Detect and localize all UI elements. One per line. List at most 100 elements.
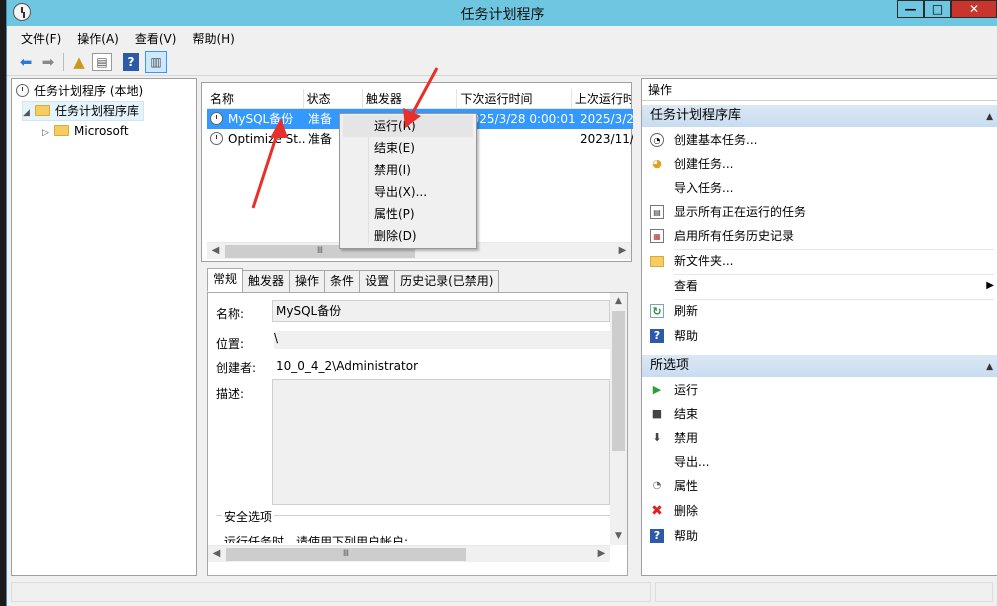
create-basic-task-icon: ◔ [650, 133, 664, 147]
task-next-run [461, 129, 577, 149]
action-label: 创建基本任务... [674, 133, 758, 147]
action-run[interactable]: ▶ 运行 [642, 378, 997, 402]
show-hide-console-tree-icon[interactable]: ▤ [92, 53, 112, 71]
name-field[interactable]: MySQL备份 [272, 300, 610, 322]
toolbar-separator [63, 53, 64, 71]
context-run[interactable]: 运行(R) [343, 115, 473, 137]
action-help[interactable]: ? 帮助 [642, 324, 997, 348]
action-label: 新文件夹... [674, 254, 734, 268]
tree-item-library[interactable]: ◢ 任务计划程序库 [22, 101, 144, 121]
menu-file[interactable]: 文件(F) [7, 26, 69, 48]
show-hide-action-pane-icon[interactable]: ▥ [145, 51, 167, 73]
section-selected-item[interactable]: 所选项 ▲ [642, 355, 997, 377]
close-button[interactable]: ✕ [951, 0, 997, 18]
action-delete[interactable]: ✖ 删除 [642, 499, 997, 523]
action-import-task[interactable]: 导入任务... [642, 176, 997, 200]
detail-vscrollbar[interactable]: ▲ ▼ [610, 293, 627, 545]
location-label: 位置: [216, 337, 245, 351]
action-create-basic-task[interactable]: ◔ 创建基本任务... [642, 128, 997, 152]
security-options-title: 安全选项 [222, 508, 275, 525]
delete-icon: ✖ [651, 503, 663, 519]
context-delete[interactable]: 删除(D) [343, 225, 473, 247]
action-view[interactable]: 查看 ▶ [642, 274, 997, 298]
column-trigger[interactable]: 触发器 [363, 89, 458, 109]
description-field[interactable] [272, 379, 610, 505]
action-create-task[interactable]: ◕ 创建任务... [642, 152, 997, 176]
scroll-left-icon[interactable]: ◀ [208, 546, 225, 563]
action-export[interactable]: 导出... [642, 450, 997, 474]
action-help-selected[interactable]: ? 帮助 [642, 524, 997, 548]
tree-library-label: 任务计划程序库 [55, 104, 140, 118]
collapsed-icon[interactable]: ▷ [42, 123, 54, 143]
forward-arrow-icon[interactable]: ➡ [37, 51, 59, 73]
console-tree: 任务计划程序 (本地) ◢ 任务计划程序库 ▷ Microsoft [11, 78, 197, 576]
expanded-icon[interactable]: ◢ [23, 104, 35, 122]
tab-history[interactable]: 历史记录(已禁用) [394, 270, 500, 292]
action-label: 运行 [674, 383, 699, 397]
action-end[interactable]: ■ 结束 [642, 402, 997, 426]
column-last-run[interactable]: 上次运行时 [572, 89, 631, 109]
author-value: 10_0_4_2\Administrator [276, 359, 419, 373]
task-next-run: 2025/3/28 0:00:01 [464, 112, 576, 126]
title-bar[interactable]: 任务计划程序 — □ ✕ [7, 0, 997, 26]
action-label: 显示所有正在运行的任务 [674, 205, 807, 219]
context-menu: 运行(R) 结束(E) 禁用(I) 导出(X)... 属性(P) 删除(D) [339, 113, 477, 249]
action-enable-history[interactable]: ▦ 启用所有任务历史记录 [642, 224, 997, 248]
status-bar [7, 578, 997, 606]
scroll-right-icon[interactable]: ▶ [593, 546, 610, 563]
clock-icon [16, 84, 29, 97]
author-label: 创建者: [216, 361, 257, 375]
menu-help[interactable]: 帮助(H) [184, 26, 242, 48]
tab-conditions[interactable]: 条件 [324, 270, 361, 292]
scroll-up-icon[interactable]: ▲ [610, 293, 627, 310]
menu-view[interactable]: 查看(V) [127, 26, 185, 48]
context-end[interactable]: 结束(E) [343, 137, 473, 159]
minimize-button[interactable]: — [897, 0, 924, 18]
context-export[interactable]: 导出(X)... [343, 181, 473, 203]
section-task-library[interactable]: 任务计划程序库 ▲ [642, 105, 997, 127]
action-label: 创建任务... [674, 157, 734, 171]
task-name: MySQL备份 [228, 112, 294, 126]
collapse-caret-icon[interactable]: ▲ [986, 356, 993, 378]
scroll-left-icon[interactable]: ◀ [207, 243, 224, 260]
window-title: 任务计划程序 [460, 7, 545, 23]
context-properties[interactable]: 属性(P) [343, 203, 473, 225]
tree-item-microsoft[interactable]: ▷ Microsoft [42, 121, 129, 141]
help-icon[interactable]: ? [123, 53, 139, 71]
collapse-caret-icon[interactable]: ▲ [986, 106, 993, 128]
action-show-running[interactable]: ▤ 显示所有正在运行的任务 [642, 200, 997, 224]
column-status[interactable]: 状态 [304, 89, 363, 109]
up-folder-icon[interactable]: ▲ [68, 51, 90, 73]
action-label: 导入任务... [674, 181, 734, 195]
tree-root-label: 任务计划程序 (本地) [34, 84, 144, 98]
action-refresh[interactable]: ↻ 刷新 [642, 299, 997, 323]
action-label: 删除 [674, 504, 699, 518]
tab-settings[interactable]: 设置 [359, 270, 396, 292]
tab-general[interactable]: 常规 [207, 268, 244, 292]
action-new-folder[interactable]: 新文件夹... [642, 249, 997, 273]
column-next-run[interactable]: 下次运行时间 [457, 89, 572, 109]
action-properties[interactable]: ◔ 属性 [642, 474, 997, 498]
tree-root-scheduler[interactable]: 任务计划程序 (本地) [16, 81, 143, 101]
help-icon: ? [650, 329, 664, 343]
tab-actions[interactable]: 操作 [289, 270, 326, 292]
action-label: 帮助 [674, 529, 699, 543]
back-arrow-icon[interactable]: ⬅ [15, 51, 37, 73]
running-tasks-icon: ▤ [650, 205, 664, 219]
tree-microsoft-label: Microsoft [74, 124, 129, 138]
scroll-thumb[interactable] [612, 311, 625, 451]
scroll-down-icon[interactable]: ▼ [610, 528, 627, 545]
task-last-run: 2023/11/ [580, 132, 633, 146]
scroll-thumb[interactable]: Ⅲ [226, 548, 466, 561]
tab-triggers[interactable]: 触发器 [242, 270, 291, 292]
action-label: 导出... [674, 455, 710, 469]
action-label: 帮助 [674, 329, 699, 343]
context-disable[interactable]: 禁用(I) [343, 159, 473, 181]
detail-hscrollbar[interactable]: ◀ Ⅲ ▶ [208, 545, 610, 562]
menu-action[interactable]: 操作(A) [69, 26, 127, 48]
maximize-button[interactable]: □ [924, 0, 951, 18]
column-name[interactable]: 名称 [207, 89, 304, 109]
action-label: 刷新 [674, 304, 699, 318]
action-disable[interactable]: ⬇ 禁用 [642, 426, 997, 450]
scroll-right-icon[interactable]: ▶ [614, 243, 631, 260]
